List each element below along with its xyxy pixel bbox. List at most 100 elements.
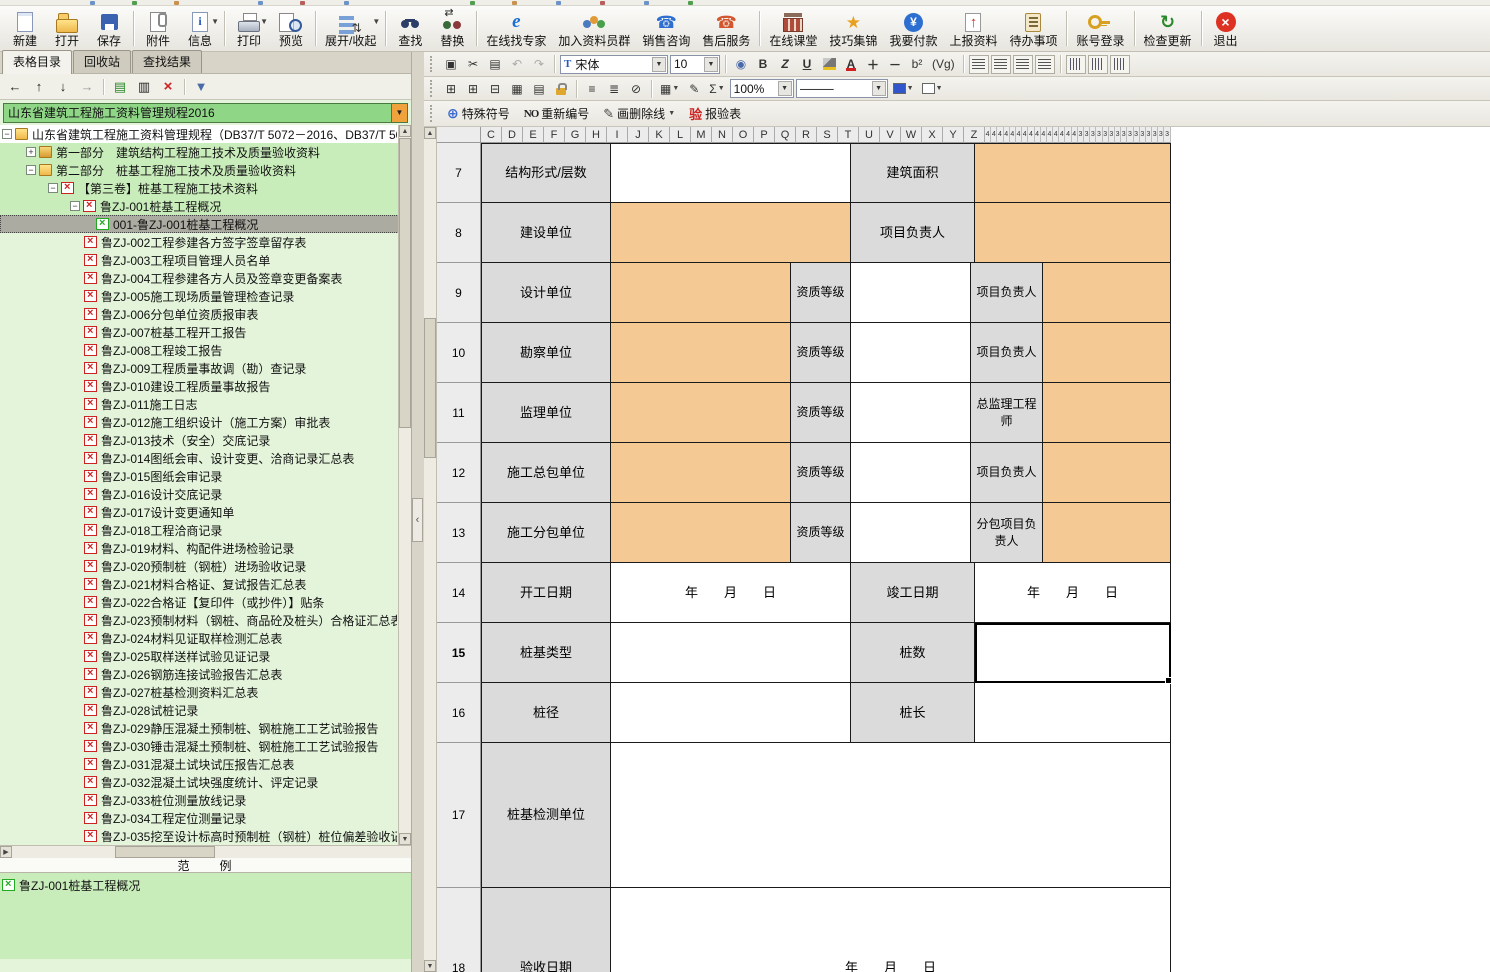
form-value-cell[interactable] [975,683,1171,743]
form-value-cell[interactable] [851,263,971,323]
form-value-cell[interactable] [851,503,971,563]
column-header[interactable]: V [880,127,901,143]
tree-item[interactable]: 鲁ZJ-011施工日志 [0,395,411,413]
char-scale-button[interactable]: (Vg) [929,55,958,74]
form-value-cell[interactable] [611,683,851,743]
dropdown-arrow-icon[interactable]: ▼ [372,17,380,26]
find-button[interactable]: 查找 ▼ [389,7,431,50]
font-color-button[interactable]: A [841,55,861,74]
form-label-cell[interactable]: 桩长 [851,683,975,743]
open-button[interactable]: 打开 ▼ [46,7,88,50]
tab-search-results[interactable]: 查找结果 [132,50,202,73]
tips-button[interactable]: ★ 技巧集锦 ▼ [823,7,883,50]
form-value-cell[interactable] [851,323,971,383]
column-header[interactable]: J [628,127,649,143]
back-button[interactable]: ← [4,77,26,97]
online-class-button[interactable]: 在线课堂 ▼ [763,7,823,50]
tree-item[interactable]: 鲁ZJ-008工程竣工报告 [0,341,411,359]
tree-item[interactable]: 鲁ZJ-020预制桩（钢桩）进场验收记录 [0,557,411,575]
unlink-button[interactable]: ⊘ [626,79,646,98]
tree-item[interactable]: − 第二部分 桩基工程施工技术及质量验收资料 [0,161,411,179]
filter-button[interactable]: ▼ [190,77,212,97]
tree-item[interactable]: 鲁ZJ-017设计变更通知单 [0,503,411,521]
scroll-up-icon[interactable]: ▲ [399,125,411,137]
line-style-select[interactable]: ──── ▼ [796,79,888,98]
standard-select[interactable]: 山东省建筑工程施工资料管理规程2016 ▼ [3,103,408,123]
copy-node-button[interactable]: ▥ [133,77,155,97]
exit-button[interactable]: × 退出 ▼ [1205,7,1247,50]
online-expert-button[interactable]: e 在线找专家 ▼ [480,7,552,50]
paste-node-button[interactable]: ▤ [109,77,131,97]
upload-report-button[interactable]: ↑ 上报资料 ▼ [943,7,1003,50]
form-value-cell[interactable] [851,383,971,443]
undo-button[interactable]: ↶ [507,55,527,74]
scroll-up-icon[interactable]: ▲ [424,127,436,139]
form-label-cell[interactable]: 结构形式/层数 [481,143,611,203]
decrease-font-button[interactable]: － [885,55,905,74]
tree-item[interactable]: 鲁ZJ-027桩基检测资料汇总表 [0,683,411,701]
todo-button[interactable]: 待办事项 ▼ [1003,7,1063,50]
tree-item[interactable]: 鲁ZJ-004工程参建各方人员及签章变更备案表 [0,269,411,287]
column-header[interactable]: G [565,127,586,143]
combo-dropdown-button[interactable]: ▼ [391,104,407,122]
scrollbar-thumb[interactable] [115,846,215,858]
tree-item[interactable]: 鲁ZJ-002工程参建各方签字签章留存表 [0,233,411,251]
form-label-cell[interactable]: 资质等级 [791,383,851,443]
form-label-cell[interactable]: 桩基类型 [481,623,611,683]
tree-item[interactable]: 鲁ZJ-014图纸会审、设计变更、洽商记录汇总表 [0,449,411,467]
increase-font-button[interactable]: ＋ [863,55,883,74]
tree-item[interactable]: 鲁ZJ-005施工现场质量管理检查记录 [0,287,411,305]
tree-item[interactable]: 鲁ZJ-009工程质量事故调（勘）查记录 [0,359,411,377]
check-update-button[interactable]: ↻ 检查更新 ▼ [1138,7,1198,50]
tree-item[interactable]: 鲁ZJ-032混凝土试块强度统计、评定记录 [0,773,411,791]
column-header[interactable]: I [607,127,628,143]
tree-item[interactable]: − 鲁ZJ-001桩基工程概况 [0,197,411,215]
form-date-cell[interactable]: 年 月 日 [975,563,1171,623]
chevron-down-icon[interactable]: ▼ [778,81,792,96]
align-left-button[interactable] [969,55,989,74]
renumber-button[interactable]: NO 重新编号 [518,103,596,124]
form-value-cell[interactable] [611,203,851,263]
column-header[interactable]: N [712,127,733,143]
form-label-cell[interactable]: 验收日期 [481,888,611,972]
tree-item[interactable]: 鲁ZJ-006分包单位资质报审表 [0,305,411,323]
tree-item[interactable]: 鲁ZJ-012施工组织设计（施工方案）审批表 [0,413,411,431]
form-label-cell[interactable]: 监理单位 [481,383,611,443]
column-header-narrow[interactable]: 3 [1164,127,1170,143]
row-header[interactable]: 12 [437,443,481,503]
form-label-cell[interactable]: 勘察单位 [481,323,611,383]
tab-recycle-bin[interactable]: 回收站 [73,50,131,73]
form-date-cell[interactable]: 年 月 日 [611,563,851,623]
special-symbol-button[interactable]: ⊕ 特殊符号 [441,103,516,124]
tree-vertical-scrollbar[interactable]: ▲ ▼ [398,125,411,845]
tree-horizontal-scrollbar[interactable]: ◀ ▶ [0,845,411,858]
tree-item[interactable]: 鲁ZJ-021材料合格证、复试报告汇总表 [0,575,411,593]
row-header[interactable]: 10 [437,323,481,383]
vertical-lines-button-3[interactable] [1110,55,1130,74]
vertical-lines-button-2[interactable] [1088,55,1108,74]
form-label-cell[interactable]: 建筑面积 [851,143,975,203]
underline-button[interactable]: U [797,55,817,74]
dropdown-arrow-icon[interactable]: ▼ [211,17,219,26]
scrollbar-thumb[interactable] [399,138,411,428]
row-header[interactable]: 9 [437,263,481,323]
row-header[interactable]: 11 [437,383,481,443]
chevron-down-icon[interactable]: ▼ [704,57,718,72]
column-header[interactable]: L [670,127,691,143]
form-label-cell[interactable]: 施工分包单位 [481,503,611,563]
form-label-cell[interactable]: 项目负责人 [851,203,975,263]
row-header[interactable]: 15 [437,623,481,683]
bold-button[interactable]: B [753,55,773,74]
form-value-cell[interactable] [1043,263,1171,323]
form-label-cell[interactable]: 设计单位 [481,263,611,323]
row-header[interactable]: 8 [437,203,481,263]
column-header[interactable]: O [733,127,754,143]
expand-collapse-button[interactable]: 展开/收起 ▼ [319,7,382,50]
numbered-list-button[interactable]: ≡ [582,79,602,98]
chevron-down-icon[interactable]: ▼ [668,110,675,117]
lock-cell-button[interactable] [551,79,571,98]
delete-node-button[interactable]: × [157,77,179,97]
sum-button[interactable]: Σ▼ [706,79,727,98]
replace-button[interactable]: 替换 ▼ [431,7,473,50]
toolbar-grip[interactable] [430,105,435,123]
